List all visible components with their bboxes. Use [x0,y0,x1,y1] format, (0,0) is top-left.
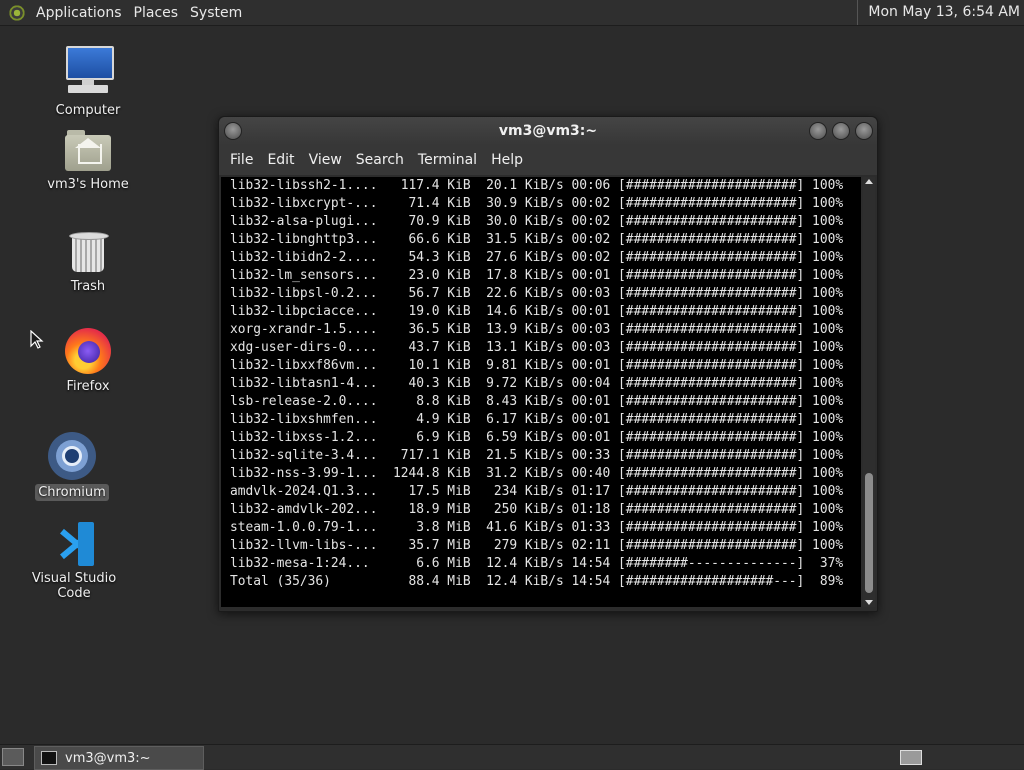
terminal-line: lib32-libnghttp3... 66.6 KiB 31.5 KiB/s … [230,232,844,247]
chromium-icon [48,432,96,480]
terminal-line: lib32-libssh2-1.... 117.4 KiB 20.1 KiB/s… [230,178,844,193]
menu-file[interactable]: File [223,152,260,168]
desktop-icon-label: vm3's Home [47,177,129,192]
window-titlebar[interactable]: vm3@vm3:~ [219,117,877,145]
terminal-icon [41,751,57,765]
window-menu-button[interactable] [224,122,242,140]
maximize-button[interactable] [832,122,850,140]
terminal-line: lib32-libpsl-0.2... 56.7 KiB 22.6 KiB/s … [230,286,844,301]
terminal-line: lib32-libidn2-2.... 54.3 KiB 27.6 KiB/s … [230,250,844,265]
terminal-line: lib32-nss-3.99-1... 1244.8 KiB 31.2 KiB/… [230,466,844,481]
bottom-panel: vm3@vm3:~ [0,744,1024,770]
firefox-icon [65,328,111,374]
terminal-line: xdg-user-dirs-0.... 43.7 KiB 13.1 KiB/s … [230,340,844,355]
terminal-line: lsb-release-2.0.... 8.8 KiB 8.43 KiB/s 0… [230,394,844,409]
terminal-line: lib32-sqlite-3.4... 717.1 KiB 21.5 KiB/s… [230,448,844,463]
terminal-line: lib32-libxcrypt-... 71.4 KiB 30.9 KiB/s … [230,196,844,211]
system-menu[interactable]: System [184,5,248,21]
terminal-window[interactable]: vm3@vm3:~ File Edit View Search Terminal… [218,116,878,612]
terminal-line: lib32-libxxf86vm... 10.1 KiB 9.81 KiB/s … [230,358,844,373]
top-panel: Applications Places System Mon May 13, 6… [0,0,1024,26]
terminal-line: lib32-llvm-libs-... 35.7 MiB 279 KiB/s 0… [230,538,844,553]
terminal-text: lib32-libssh2-1.... 117.4 KiB 20.1 KiB/s… [221,177,843,591]
terminal-line: lib32-libpciacce... 19.0 KiB 14.6 KiB/s … [230,304,844,319]
desktop-icon-home[interactable]: vm3's Home [33,130,143,193]
desktop-icon-label: Trash [70,279,106,294]
applications-menu[interactable]: Applications [30,5,128,21]
workspace-switcher[interactable] [900,750,922,765]
terminal-output[interactable]: lib32-libssh2-1.... 117.4 KiB 20.1 KiB/s… [221,177,861,607]
terminal-line: lib32-libtasn1-4... 40.3 KiB 9.72 KiB/s … [230,376,844,391]
desktop-icon-vscode[interactable]: Visual Studio Code [19,522,129,602]
terminal-line: lib32-libxss-1.2... 6.9 KiB 6.59 KiB/s 0… [230,430,844,445]
scrollbar-thumb[interactable] [865,473,873,593]
terminal-line: lib32-libxshmfen... 4.9 KiB 6.17 KiB/s 0… [230,412,844,427]
menu-edit[interactable]: Edit [260,152,301,168]
minimize-button[interactable] [809,122,827,140]
vscode-icon [52,522,96,566]
desktop-icon-chromium[interactable]: Chromium [17,432,127,501]
home-folder-icon [65,130,111,172]
terminal-line: lib32-lm_sensors... 23.0 KiB 17.8 KiB/s … [230,268,844,283]
desktop-icon-label: Computer [55,103,121,118]
menu-help[interactable]: Help [484,152,530,168]
show-desktop-icon[interactable] [2,748,24,766]
terminal-line: Total (35/36) 88.4 MiB 12.4 KiB/s 14:54 … [230,574,844,589]
menu-terminal[interactable]: Terminal [411,152,484,168]
mouse-pointer-icon [30,330,44,349]
desktop-icon-label: Chromium [35,484,109,501]
trash-icon [68,230,109,274]
taskbar-item-terminal[interactable]: vm3@vm3:~ [34,746,204,770]
terminal-line: lib32-mesa-1:24... 6.6 MiB 12.4 KiB/s 14… [230,556,844,571]
terminal-scrollbar[interactable] [863,177,875,607]
terminal-line: steam-1.0.0.79-1... 3.8 MiB 41.6 KiB/s 0… [230,520,844,535]
desktop-icon-computer[interactable]: Computer [33,46,143,119]
terminal-line: xorg-xrandr-1.5.... 36.5 KiB 13.9 KiB/s … [230,322,844,337]
desktop-icon-firefox[interactable]: Firefox [33,328,143,395]
menu-search[interactable]: Search [349,152,411,168]
close-button[interactable] [855,122,873,140]
places-menu[interactable]: Places [128,5,185,21]
window-title: vm3@vm3:~ [498,123,598,139]
computer-icon [64,46,114,98]
menu-view[interactable]: View [302,152,349,168]
mate-logo-icon[interactable] [8,3,26,22]
terminal-line: lib32-amdvlk-202... 18.9 MiB 250 KiB/s 0… [230,502,844,517]
desktop-icon-label: Visual Studio Code [31,571,117,601]
terminal-menubar: File Edit View Search Terminal Help [219,145,877,175]
terminal-line: amdvlk-2024.Q1.3... 17.5 MiB 234 KiB/s 0… [230,484,844,499]
desktop-icon-label: Firefox [66,379,110,394]
terminal-line: lib32-alsa-plugi... 70.9 KiB 30.0 KiB/s … [230,214,844,229]
scroll-up-icon[interactable] [865,179,873,184]
scroll-down-icon[interactable] [865,600,873,605]
taskbar-item-label: vm3@vm3:~ [65,750,151,766]
clock[interactable]: Mon May 13, 6:54 AM [857,0,1020,25]
desktop-icon-trash[interactable]: Trash [33,230,143,295]
